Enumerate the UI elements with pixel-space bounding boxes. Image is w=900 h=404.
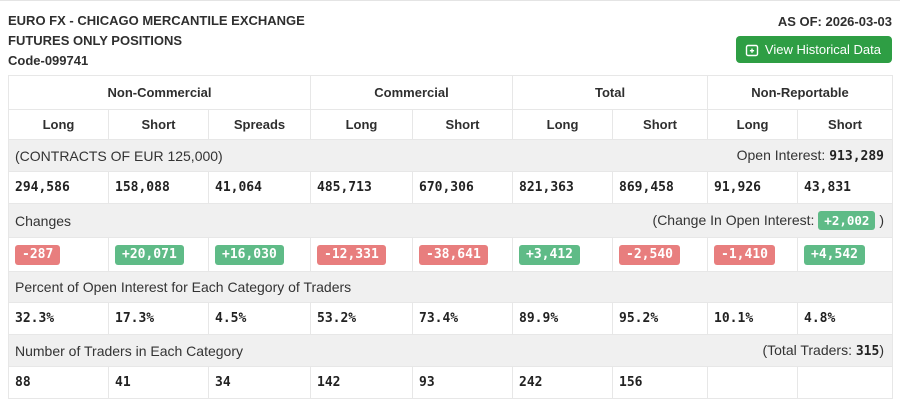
col-header-nc-long: Long bbox=[9, 110, 109, 140]
change-cell: +4,542 bbox=[798, 238, 893, 272]
open-interest-value: 913,289 bbox=[829, 149, 884, 164]
traders-cell bbox=[708, 367, 798, 399]
changes-band-row: Changes (Change In Open Interest: +2,002… bbox=[9, 204, 893, 238]
traders-cell: 34 bbox=[209, 367, 311, 399]
percent-cell: 4.5% bbox=[209, 303, 311, 335]
change-oi-badge: +2,002 bbox=[818, 211, 875, 230]
total-traders-value: 315 bbox=[856, 344, 879, 359]
change-badge: +16,030 bbox=[215, 245, 284, 265]
traders-cell: 156 bbox=[613, 367, 708, 399]
cot-report-table: Non-Commercial Commercial Total Non-Repo… bbox=[8, 75, 893, 399]
sub-header-row: Long Short Spreads Long Short Long Short… bbox=[9, 110, 893, 140]
change-badge: -38,641 bbox=[419, 245, 488, 265]
percent-row: 32.3% 17.3% 4.5% 53.2% 73.4% 89.9% 95.2%… bbox=[9, 303, 893, 335]
position-cell: 821,363 bbox=[513, 172, 613, 204]
traders-cell: 142 bbox=[311, 367, 413, 399]
traders-label: Number of Traders in Each Category bbox=[15, 343, 243, 359]
view-historical-data-button[interactable]: View Historical Data bbox=[736, 36, 892, 63]
view-historical-data-label: View Historical Data bbox=[765, 42, 881, 57]
report-header: EURO FX - CHICAGO MERCANTILE EXCHANGE FU… bbox=[0, 1, 900, 75]
percent-cell: 10.1% bbox=[708, 303, 798, 335]
percent-cell: 95.2% bbox=[613, 303, 708, 335]
change-badge: -2,540 bbox=[619, 245, 680, 265]
change-in-open-interest: (Change In Open Interest: +2,002 ) bbox=[653, 211, 884, 230]
changes-row: -287 +20,071 +16,030 -12,331 -38,641 +3,… bbox=[9, 238, 893, 272]
col-header-t-short: Short bbox=[613, 110, 708, 140]
percent-cell: 53.2% bbox=[311, 303, 413, 335]
traders-row: 88 41 34 142 93 242 156 bbox=[9, 367, 893, 399]
position-cell: 43,831 bbox=[798, 172, 893, 204]
change-cell: -12,331 bbox=[311, 238, 413, 272]
position-cell: 41,064 bbox=[209, 172, 311, 204]
col-header-c-short: Short bbox=[413, 110, 513, 140]
group-header-non-commercial: Non-Commercial bbox=[9, 76, 311, 110]
group-header-commercial: Commercial bbox=[311, 76, 513, 110]
change-badge: +20,071 bbox=[115, 245, 184, 265]
report-title: EURO FX - CHICAGO MERCANTILE EXCHANGE bbox=[8, 11, 892, 31]
change-cell: +20,071 bbox=[109, 238, 209, 272]
change-cell: +16,030 bbox=[209, 238, 311, 272]
contracts-band-row: (CONTRACTS OF EUR 125,000) Open Interest… bbox=[9, 140, 893, 172]
position-cell: 91,926 bbox=[708, 172, 798, 204]
col-header-t-long: Long bbox=[513, 110, 613, 140]
position-cell: 670,306 bbox=[413, 172, 513, 204]
col-header-nc-short: Short bbox=[109, 110, 209, 140]
change-cell: -287 bbox=[9, 238, 109, 272]
group-header-total: Total bbox=[513, 76, 708, 110]
percent-cell: 4.8% bbox=[798, 303, 893, 335]
position-cell: 485,713 bbox=[311, 172, 413, 204]
position-cell: 294,586 bbox=[9, 172, 109, 204]
position-cell: 158,088 bbox=[109, 172, 209, 204]
percent-band-row: Percent of Open Interest for Each Catego… bbox=[9, 272, 893, 303]
changes-label: Changes bbox=[15, 213, 71, 229]
traders-band-row: Number of Traders in Each Category (Tota… bbox=[9, 335, 893, 367]
total-traders: (Total Traders: 315) bbox=[762, 342, 884, 359]
group-header-non-reportable: Non-Reportable bbox=[708, 76, 893, 110]
traders-cell: 88 bbox=[9, 367, 109, 399]
col-header-nc-spreads: Spreads bbox=[209, 110, 311, 140]
open-interest: Open Interest: 913,289 bbox=[737, 147, 884, 164]
position-cell: 869,458 bbox=[613, 172, 708, 204]
group-header-row: Non-Commercial Commercial Total Non-Repo… bbox=[9, 76, 893, 110]
percent-cell: 73.4% bbox=[413, 303, 513, 335]
positions-row: 294,586 158,088 41,064 485,713 670,306 8… bbox=[9, 172, 893, 204]
percent-cell: 32.3% bbox=[9, 303, 109, 335]
change-badge: -1,410 bbox=[714, 245, 775, 265]
change-cell: -2,540 bbox=[613, 238, 708, 272]
col-header-c-long: Long bbox=[311, 110, 413, 140]
traders-cell: 242 bbox=[513, 367, 613, 399]
traders-cell: 93 bbox=[413, 367, 513, 399]
col-header-nr-long: Long bbox=[708, 110, 798, 140]
as-of-date: AS OF: 2026-03-03 bbox=[778, 14, 892, 29]
change-badge: +3,412 bbox=[519, 245, 580, 265]
traders-cell bbox=[798, 367, 893, 399]
traders-cell: 41 bbox=[109, 367, 209, 399]
percent-cell: 17.3% bbox=[109, 303, 209, 335]
change-badge: -287 bbox=[15, 245, 60, 265]
percent-label: Percent of Open Interest for Each Catego… bbox=[15, 279, 351, 295]
change-cell: -1,410 bbox=[708, 238, 798, 272]
change-badge: -12,331 bbox=[317, 245, 386, 265]
calendar-plus-icon bbox=[745, 43, 759, 57]
change-cell: -38,641 bbox=[413, 238, 513, 272]
col-header-nr-short: Short bbox=[798, 110, 893, 140]
percent-cell: 89.9% bbox=[513, 303, 613, 335]
contracts-label: (CONTRACTS OF EUR 125,000) bbox=[15, 148, 223, 164]
change-badge: +4,542 bbox=[804, 245, 865, 265]
change-cell: +3,412 bbox=[513, 238, 613, 272]
